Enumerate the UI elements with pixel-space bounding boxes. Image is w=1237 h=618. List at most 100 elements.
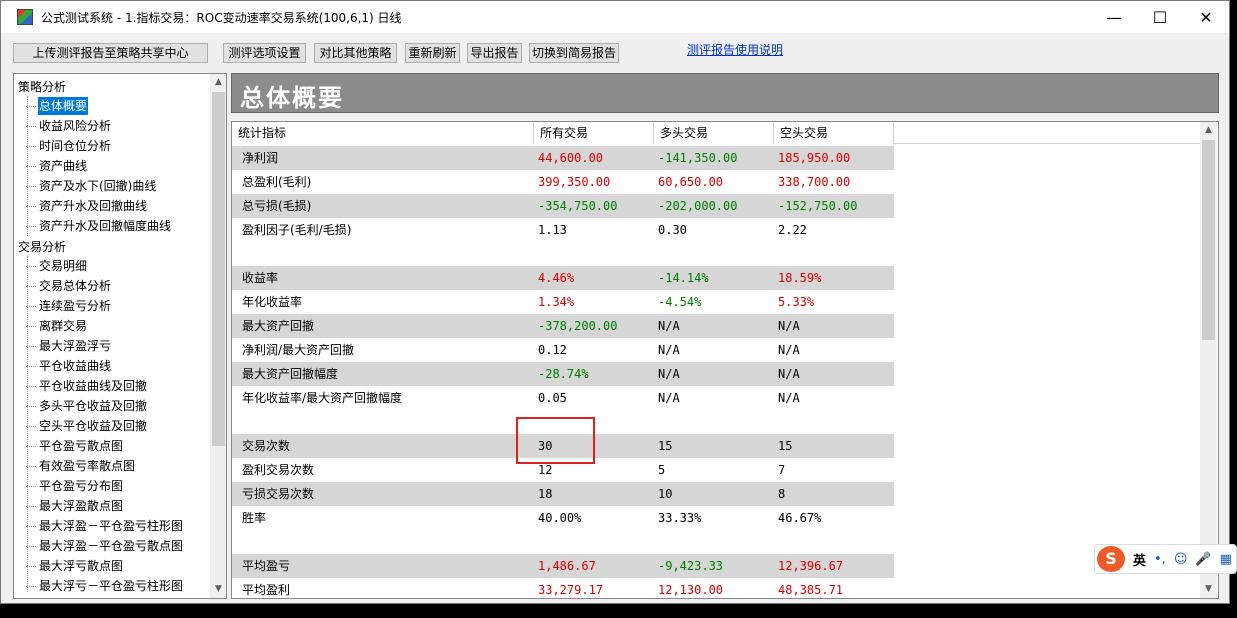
tree-item[interactable]: 平仓盈亏散点图	[25, 437, 124, 455]
tree-item[interactable]: 时间仓位分析	[25, 137, 112, 155]
scroll-thumb[interactable]	[212, 92, 225, 446]
summary-table: 统计指标 所有交易 多头交易 空头交易 净利润 44,600.00 -141,350…	[231, 121, 1219, 599]
value-all: 33,279.17	[538, 583, 604, 597]
table-row: 胜率 40.00% 33.33% 46.67%	[232, 506, 894, 530]
metric-label: 盈利交易次数	[242, 463, 315, 477]
metric-label: 平均盈利	[242, 583, 291, 597]
table-row: 盈利因子(毛利/毛损) 1.13 0.30 2.22	[232, 218, 894, 242]
tree-item[interactable]: 多头平仓收益及回撤	[25, 397, 148, 415]
header-metric[interactable]: 统计指标	[232, 122, 534, 144]
highlight-annotation	[516, 417, 595, 464]
tree-item[interactable]: 连续盈亏分析	[25, 297, 112, 315]
refresh-button[interactable]: 重新刷新	[405, 43, 460, 63]
table-row: 平均盈亏 1,486.67 -9,423.33 12,396.67	[232, 554, 894, 578]
maximize-button[interactable]: ☐	[1137, 1, 1183, 33]
table-row: 年化收益率 1.34% -4.54% 5.33%	[232, 290, 894, 314]
tree-item[interactable]: 总体概要	[25, 96, 90, 116]
value-all: 44,600.00	[538, 151, 604, 165]
value-all: -378,200.00	[538, 319, 618, 333]
tree-group-trade[interactable]: 交易分析	[18, 238, 66, 255]
value-short: 185,950.00	[778, 151, 851, 165]
value-long: -141,350.00	[658, 151, 738, 165]
metric-label: 最大资产回撤幅度	[242, 367, 339, 381]
tree-item[interactable]: 资产曲线	[25, 157, 88, 175]
table-row: 最大资产回撤幅度 -28.74% N/A N/A	[232, 362, 894, 386]
table-row: 平均盈利 33,279.17 12,130.00 48,385.71	[232, 578, 894, 598]
value-all: 40.00%	[538, 511, 582, 525]
metric-label: 胜率	[242, 511, 267, 525]
more-icon[interactable]: ▦	[1220, 552, 1232, 567]
tree-item[interactable]: 离群交易	[25, 317, 88, 335]
scroll-thumb[interactable]	[1202, 140, 1215, 340]
tree-item[interactable]: 最大浮亏－平仓盈亏柱形图	[25, 577, 184, 595]
header-long-trades[interactable]: 多头交易	[654, 122, 774, 144]
tree-item[interactable]: 交易总体分析	[25, 277, 112, 295]
tree-item[interactable]: 最大浮盈－平仓盈亏散点图	[25, 537, 184, 555]
value-all: 1.34%	[538, 295, 575, 309]
switch-simple-report-button[interactable]: 切换到简易报告	[529, 43, 619, 63]
minimize-button[interactable]: —	[1091, 1, 1137, 33]
tree-item[interactable]: 平仓收益曲线	[25, 357, 112, 375]
value-long: 12,130.00	[658, 583, 724, 597]
close-button[interactable]: ✕	[1183, 1, 1229, 33]
tree-item[interactable]: 最大浮亏散点图	[25, 557, 124, 575]
metric-label: 亏损交易次数	[242, 487, 315, 501]
help-link[interactable]: 测评报告使用说明	[687, 41, 783, 58]
value-short: 18.59%	[778, 271, 822, 285]
scroll-up-icon[interactable]: ▲	[210, 74, 226, 91]
tree-group-strategy[interactable]: 策略分析	[18, 78, 66, 95]
value-short: 338,700.00	[778, 175, 851, 189]
metric-label: 总盈利(毛利)	[242, 175, 312, 189]
tree-item[interactable]: 资产及水下(回撤)曲线	[25, 177, 157, 195]
upload-report-button[interactable]: 上传测评报告至策略共享中心	[13, 43, 208, 63]
tree-item[interactable]: 平仓盈亏分布图	[25, 477, 124, 495]
tree-item[interactable]: 最大浮盈浮亏	[25, 337, 112, 355]
metric-label: 年化收益率	[242, 295, 303, 309]
export-report-button[interactable]: 导出报告	[467, 43, 522, 63]
tree-item[interactable]: 收益风险分析	[25, 117, 112, 135]
value-short: 8	[778, 487, 786, 501]
table-scrollbar[interactable]: ▲ ▼	[1200, 122, 1217, 598]
tree-item[interactable]: 资产升水及回撤幅度曲线	[25, 217, 172, 235]
header-short-trades[interactable]: 空头交易	[774, 122, 894, 144]
metric-label: 最大资产回撤	[242, 319, 315, 333]
tree-item[interactable]: 交易明细	[25, 257, 88, 275]
tree-item[interactable]: 平仓收益曲线及回撤	[25, 377, 148, 395]
tree-item[interactable]: 空头平仓收益及回撤	[25, 417, 148, 435]
ime-mode-toggle[interactable]: 英	[1133, 550, 1146, 569]
title-bar: 公式测试系统 - 1.指标交易：ROC变动速率交易系统(100,6,1) 日线 …	[1, 1, 1229, 33]
metric-label: 总亏损(毛损)	[242, 199, 312, 213]
value-short: 46.67%	[778, 511, 822, 525]
value-short: N/A	[778, 367, 800, 381]
compare-strategy-button[interactable]: 对比其他策略	[314, 43, 397, 63]
window-title: 公式测试系统 - 1.指标交易：ROC变动速率交易系统(100,6,1) 日线	[41, 10, 402, 25]
ime-toolbar[interactable]: S 英 •, ☺ 🎤 ▦	[1094, 544, 1237, 574]
value-long: 60,650.00	[658, 175, 724, 189]
ime-logo-icon[interactable]: S	[1097, 546, 1125, 572]
punctuation-icon[interactable]: •,	[1154, 552, 1166, 567]
metric-label: 平均盈亏	[242, 559, 291, 573]
value-long: 10	[658, 487, 673, 501]
tree-item[interactable]: 有效盈亏率散点图	[25, 457, 136, 475]
tree-scrollbar[interactable]: ▲ ▼	[210, 74, 226, 598]
table-row: 总盈利(毛利) 399,350.00 60,650.00 338,700.00	[232, 170, 894, 194]
value-short: 12,396.67	[778, 559, 844, 573]
background-chart-axis	[0, 604, 1237, 618]
tree-item[interactable]: 最大浮盈－平仓盈亏柱形图	[25, 517, 184, 535]
tree-item[interactable]: 资产升水及回撤曲线	[25, 197, 148, 215]
tree-item[interactable]: 最大浮盈散点图	[25, 497, 124, 515]
background-chart-strip	[1230, 0, 1237, 618]
scroll-up-icon[interactable]: ▲	[1200, 122, 1217, 139]
table-row: 净利润 44,600.00 -141,350.00 185,950.00	[232, 146, 894, 170]
test-options-button[interactable]: 测评选项设置	[223, 43, 306, 63]
value-all: -28.74%	[538, 367, 589, 381]
page-title: 总体概要	[240, 83, 344, 112]
scroll-down-icon[interactable]: ▼	[1200, 581, 1217, 598]
emoji-icon[interactable]: ☺	[1174, 552, 1188, 567]
app-icon	[17, 9, 33, 25]
header-all-trades[interactable]: 所有交易	[534, 122, 654, 144]
microphone-icon[interactable]: 🎤	[1195, 552, 1211, 567]
value-short: 15	[778, 439, 793, 453]
table-row: 净利润/最大资产回撤 0.12 N/A N/A	[232, 338, 894, 362]
scroll-down-icon[interactable]: ▼	[210, 581, 226, 598]
